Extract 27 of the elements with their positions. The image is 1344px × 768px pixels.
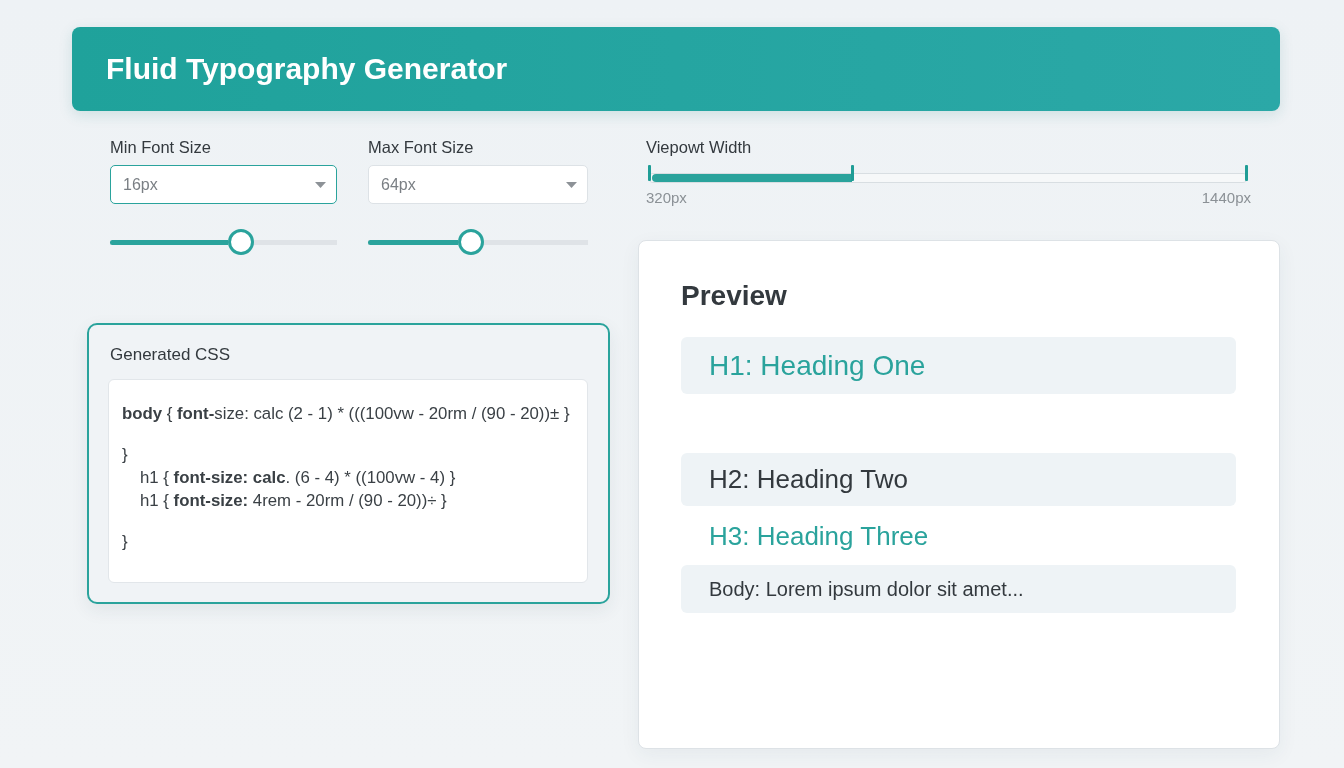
- code-line: body { font-size: calc (2 - 1) * (((100vw - 20rm / (90 - 20))± }: [122, 403, 570, 425]
- sample-body-text: Body: Lorem ipsum dolor sit amet...: [681, 565, 1236, 613]
- code-line: }: [122, 444, 128, 466]
- field-label: Max Font Size: [368, 138, 475, 157]
- field-label: Min Font Size: [110, 138, 212, 157]
- slider-thumb[interactable]: [458, 229, 485, 255]
- font-size-select[interactable]: 64px: [368, 165, 588, 204]
- sample-heading: H1: Heading One: [681, 337, 1236, 394]
- range-end-marker: [1245, 165, 1248, 181]
- caret-down-icon: [566, 181, 577, 188]
- preview-title: Preview: [681, 279, 788, 313]
- sample-heading: H3: Heading Three: [708, 519, 930, 553]
- field-label: Viepowt Width: [646, 138, 753, 157]
- range-max-label: 1440px: [1201, 189, 1251, 207]
- app-title: Fluid Typography Generator: [106, 51, 508, 87]
- code-line: h1 { font-size: calc. (6 - 4) * ((100vw - 4) }: [139, 467, 456, 489]
- code-line: h1 { font-size: 4rem - 20rm / (90 - 20))÷ }: [139, 490, 447, 512]
- caret-down-icon: [315, 181, 326, 188]
- slider-thumb[interactable]: [228, 229, 255, 255]
- sample-heading: H2: Heading Two: [681, 453, 1236, 506]
- card-title: Generated CSS: [110, 345, 231, 365]
- range-min-label: 320px: [646, 189, 687, 207]
- range-handle[interactable]: [851, 165, 854, 181]
- font-size-select[interactable]: 16px: [110, 165, 337, 204]
- range-track[interactable]: [648, 165, 1248, 183]
- range-end-marker: [648, 165, 651, 181]
- code-line: }: [122, 531, 128, 553]
